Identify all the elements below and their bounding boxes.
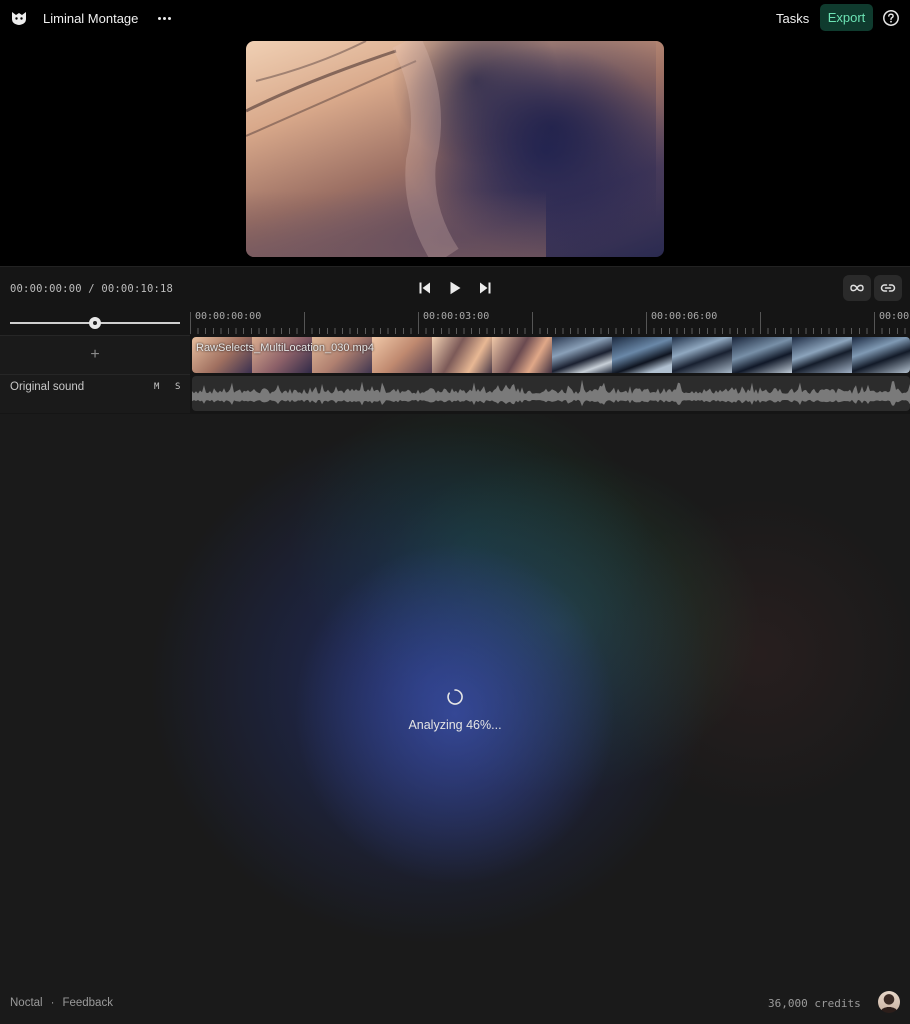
timecode-separator: / (88, 283, 95, 295)
clip-name: RawSelects_MultiLocation_030.mp4 (196, 342, 374, 354)
tasks-button[interactable]: Tasks (776, 11, 809, 26)
audio-track-label: Original sound (10, 381, 85, 393)
footer-separator: · (50, 997, 55, 1009)
feedback-link[interactable]: Feedback (62, 997, 113, 1009)
export-button[interactable]: Export (820, 4, 873, 31)
credits-balance[interactable]: 36,000 credits (768, 997, 861, 1010)
solo-button[interactable]: S (175, 382, 180, 392)
ruler-label: 00:00:00:00 (195, 311, 262, 322)
video-track: + RawSelects_MultiLocation_030.mp4 (0, 335, 910, 374)
link-button[interactable] (874, 275, 902, 301)
video-preview[interactable] (246, 41, 664, 257)
brand-link[interactable]: Noctal (10, 997, 43, 1009)
zoom-handle[interactable] (89, 317, 101, 329)
loading-spinner-icon (447, 689, 463, 705)
zoom-slider[interactable] (10, 316, 180, 330)
project-title[interactable]: Liminal Montage (43, 11, 138, 26)
skip-forward-icon[interactable] (476, 279, 494, 297)
transport-bar: 00:00:00:00 / 00:00:10:18 (0, 266, 910, 310)
loop-button[interactable] (843, 275, 871, 301)
help-icon[interactable] (882, 9, 900, 27)
ruler-label: 00:00:03:00 (423, 311, 490, 322)
preview-image (246, 41, 459, 257)
mute-button[interactable]: M (154, 382, 159, 392)
skip-back-icon[interactable] (416, 279, 434, 297)
analysis-panel: Analyzing 46%... (0, 414, 910, 1024)
ruler-label: 00:00:06:00 (651, 311, 718, 322)
current-time: 00:00:00:00 (10, 283, 82, 295)
audio-clip[interactable] (192, 376, 910, 411)
audio-track-header: Original sound M S (0, 374, 190, 413)
link-icon (880, 284, 896, 292)
preview-area (0, 36, 910, 266)
ruler-label: 00:00 (879, 311, 910, 322)
logo-icon[interactable] (10, 9, 28, 27)
time-ruler[interactable]: 00:00:00:00 00:00:03:00 00:00:06:00 00:0… (190, 310, 910, 334)
loop-icon (850, 284, 864, 292)
add-track-button[interactable]: + (0, 335, 190, 374)
more-icon (157, 16, 161, 20)
timecode: 00:00:00:00 / 00:00:10:18 (10, 283, 173, 295)
timeline: 00:00:00:00 00:00:03:00 00:00:06:00 00:0… (0, 310, 910, 414)
video-clip[interactable]: RawSelects_MultiLocation_030.mp4 (192, 337, 910, 373)
waveform-shape (192, 379, 910, 407)
footer-links: Noctal · Feedback (10, 997, 113, 1009)
audio-waveform (192, 379, 910, 407)
duration: 00:00:10:18 (101, 283, 174, 295)
analysis-status: Analyzing 46%... (408, 718, 502, 732)
play-icon[interactable] (446, 279, 464, 297)
top-bar: Liminal Montage Tasks Export (0, 0, 910, 36)
user-avatar[interactable] (878, 991, 900, 1013)
audio-track: Original sound M S (0, 374, 910, 413)
more-button[interactable] (154, 9, 174, 27)
